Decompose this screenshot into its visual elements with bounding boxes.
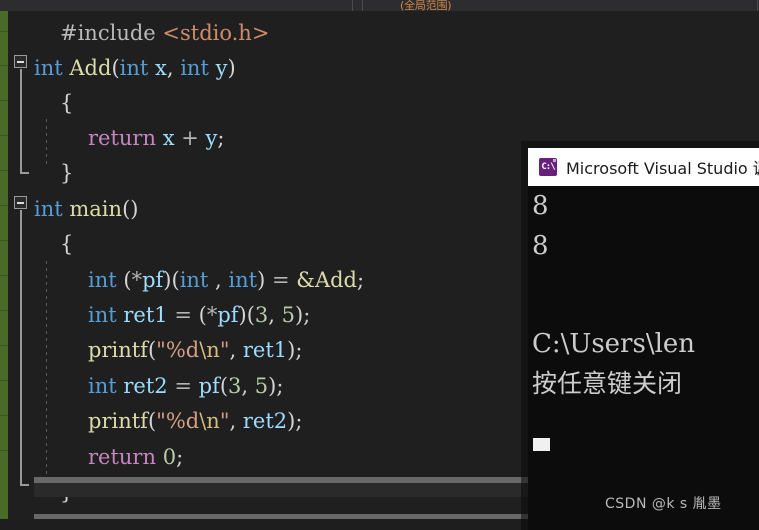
visual-studio-top-bar: (全局范围): [0, 0, 759, 12]
code-line: int ret1 = (*pf)(3, 5);: [88, 303, 311, 327]
screenshot-root: (全局范围) #include <stdio.h> int Add(int x,…: [0, 0, 759, 530]
code-line: return 0;: [88, 445, 184, 469]
code-line: {: [60, 232, 74, 256]
top-bar-separator-3: [757, 0, 758, 11]
top-bar-separator-2: [362, 0, 363, 11]
console-output-line: C:\Users\len: [532, 329, 696, 359]
csdn-watermark: CSDN @k s 胤墨: [605, 496, 722, 512]
code-line: #include <stdio.h>: [60, 21, 270, 45]
editor-bottom-filler: [0, 519, 531, 530]
code-line: return x + y;: [88, 126, 225, 150]
console-window-icon: C:\: [539, 158, 557, 176]
console-title-bar[interactable]: C:\ Microsoft Visual Studio 调试: [528, 148, 759, 186]
code-line: int ret2 = pf(3, 5);: [88, 374, 284, 398]
console-output: 8 8 C:\Users\len 按任意键关闭: [528, 186, 759, 530]
console-window[interactable]: C:\ Microsoft Visual Studio 调试 8 8 C:\Us…: [528, 148, 759, 530]
code-line: printf("%d\n", ret1);: [88, 338, 303, 362]
console-title-label: Microsoft Visual Studio 调试: [566, 159, 759, 178]
code-line: {: [60, 91, 74, 115]
console-output-line: 8: [532, 191, 549, 221]
code-line: printf("%d\n", ret2);: [88, 409, 303, 433]
code-line: }: [60, 161, 74, 185]
code-line: int Add(int x, int y): [34, 56, 236, 80]
console-output-line: 8: [532, 231, 549, 261]
console-output-line: 按任意键关闭: [532, 369, 683, 398]
code-line: int main(): [34, 197, 139, 221]
top-bar-separator-1: [352, 0, 353, 11]
console-cursor: [533, 438, 550, 451]
code-line: int (*pf)(int , int) = &Add;: [88, 268, 365, 292]
editor-horizontal-scrollbar-thumb[interactable]: [34, 477, 531, 483]
